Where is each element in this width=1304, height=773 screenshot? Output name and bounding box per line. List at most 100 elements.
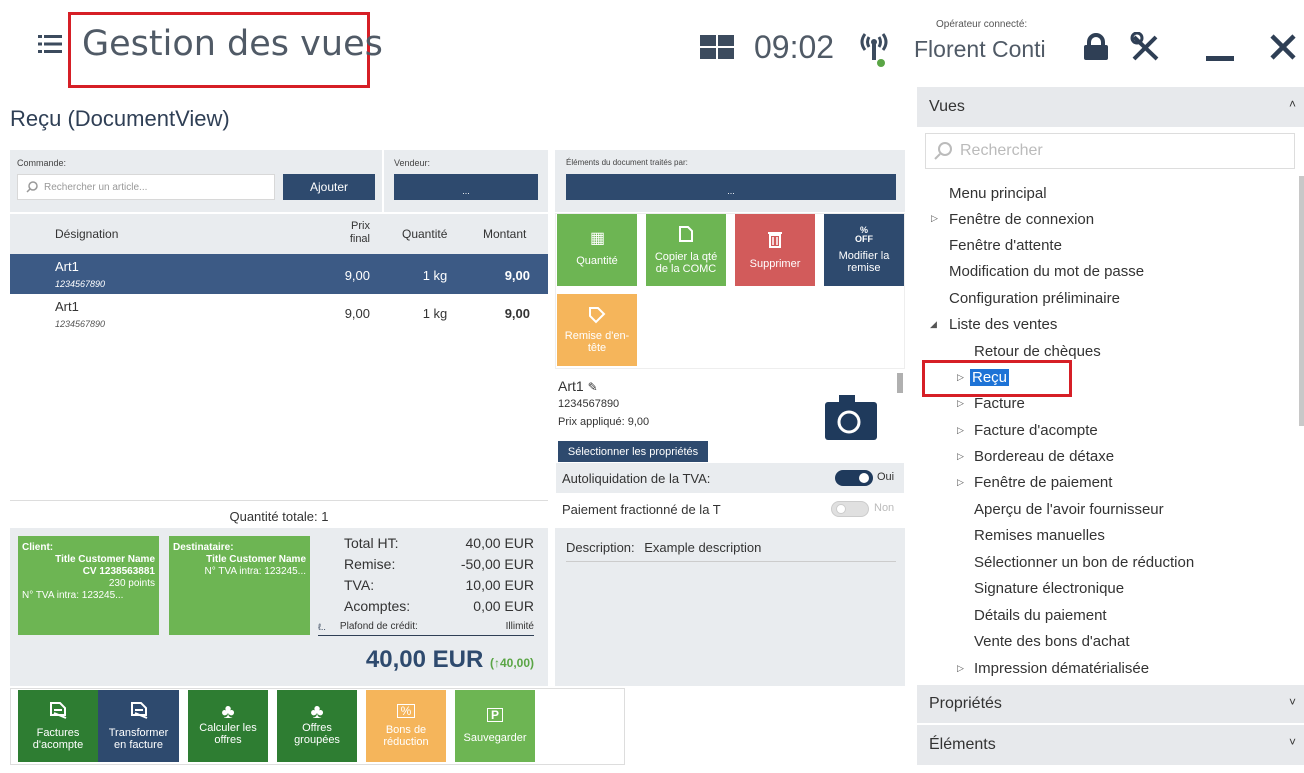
search-placeholder: Rechercher un article... (44, 181, 148, 193)
discount-line1: Modifier la (838, 250, 890, 262)
properties-accordion-header[interactable]: Propriétés ˅ (917, 685, 1304, 723)
sidebar-item-fenetre-attente[interactable]: Fenêtre d'attente (949, 237, 1062, 254)
lock-button[interactable] (1082, 33, 1110, 61)
recipient-vat: N° TVA intra: 123245... (204, 566, 306, 577)
sidebar-item-facture[interactable]: Facture (974, 395, 1025, 412)
minimize-button[interactable] (1206, 34, 1234, 62)
credit-limit-row: ℓ.. Plafond de crédit: Illimité (318, 618, 534, 636)
row-code: 1234567890 (55, 279, 106, 289)
sidebar-item-remises-manuelles[interactable]: Remises manuelles (974, 527, 1105, 544)
tree-scrollbar[interactable] (1299, 176, 1304, 426)
sidebar-search-placeholder: Rechercher (960, 142, 1043, 159)
btn-line2: en facture (114, 739, 163, 751)
deposit-value: 0,00 EUR (473, 598, 534, 614)
sidebar-item-apercu-avoir[interactable]: Aperçu de l'avoir fournisseur (974, 501, 1164, 518)
copy-quantity-button[interactable]: Copier la qté de la COMC (646, 214, 726, 286)
quantity-action-button[interactable]: ▦ Quantité (557, 214, 637, 286)
copy-icon (679, 226, 693, 242)
sidebar-item-facture-acompte[interactable]: Facture d'acompte (974, 422, 1098, 439)
collapse-arrow-icon[interactable]: ◢ (930, 319, 937, 330)
sidebar-item-fenetre-connexion[interactable]: Fenêtre de connexion (949, 211, 1094, 228)
seller-select[interactable]: ... (394, 174, 538, 200)
sidebar-item-menu-principal[interactable]: Menu principal (949, 185, 1047, 202)
pencil-icon: ✎ (587, 380, 598, 394)
processed-select[interactable]: ... (566, 174, 896, 200)
discount-value: -50,00 EUR (460, 556, 534, 572)
expand-arrow-icon[interactable]: ▷ (957, 398, 964, 409)
expand-arrow-icon[interactable]: ▷ (957, 425, 964, 436)
layout-grid-button[interactable] (700, 35, 734, 59)
row-name: Art1 (55, 299, 79, 314)
row-price: 9,00 (344, 268, 370, 283)
processed-label: Éléments du document traités par: (566, 158, 688, 167)
total-ht-label: Total HT: (344, 535, 399, 551)
close-button[interactable] (1270, 34, 1296, 60)
expand-arrow-icon[interactable]: ▷ (957, 663, 964, 674)
copy-line1: Copier la qté (654, 251, 718, 263)
item-name[interactable]: Art1 ✎ (558, 378, 598, 394)
chevron-down-icon: ˅ (1288, 695, 1296, 709)
sidebar-item-signature[interactable]: Signature électronique (974, 580, 1124, 597)
chevron-up-icon: ˄ (1288, 97, 1296, 111)
add-button[interactable]: Ajouter (283, 174, 375, 200)
btn-line1: Transformer (108, 727, 169, 739)
client-points: 230 points (108, 578, 155, 589)
clover-icon: ♣ (221, 701, 235, 723)
sidebar-item-liste-ventes[interactable]: Liste des ventes (949, 316, 1057, 333)
client-card[interactable]: Client: Title Customer Name CV 123856388… (18, 536, 159, 635)
vat-label: TVA: (344, 577, 375, 593)
sidebar-item-vente-bons[interactable]: Vente des bons d'achat (974, 633, 1130, 650)
header-discount-button[interactable]: Remise d'en- tête (557, 294, 637, 366)
sidebar-item-details-paiement[interactable]: Détails du paiement (974, 607, 1107, 624)
modify-discount-button[interactable]: % OFF Modifier la remise (824, 214, 904, 286)
connection-status-button[interactable] (857, 30, 891, 68)
sidebar-item-modification-mdp[interactable]: Modification du mot de passe (949, 263, 1144, 280)
save-button[interactable]: P Sauvegarder (455, 690, 535, 762)
table-row[interactable]: Art1 1234567890 9,00 1 kg 9,00 (10, 254, 548, 294)
hamburger-menu-button[interactable] (38, 34, 62, 54)
sidebar-item-fenetre-paiement[interactable]: Fenêtre de paiement (974, 474, 1112, 491)
deposit-invoices-button[interactable]: Factures d'acompte (18, 690, 98, 762)
expand-arrow-icon[interactable]: ▷ (931, 213, 938, 224)
delete-button[interactable]: Supprimer (735, 214, 815, 286)
expand-arrow-icon[interactable]: ▷ (957, 477, 964, 488)
grouped-offers-button[interactable]: ♣ Offres groupées (277, 690, 357, 762)
article-search-input[interactable]: Rechercher un article... (17, 174, 275, 200)
settings-button[interactable] (1130, 32, 1162, 62)
sidebar-search-input[interactable]: Rechercher (925, 133, 1295, 169)
vouchers-button[interactable]: % Bons de réduction (366, 690, 446, 762)
antenna-icon (860, 33, 888, 67)
table-row[interactable]: Art1 1234567890 9,00 1 kg 9,00 (10, 294, 548, 334)
col-price-line2: final (349, 233, 370, 245)
sidebar-item-bordereau-detaxe[interactable]: Bordereau de détaxe (974, 448, 1114, 465)
views-accordion-header[interactable]: Vues ˄ (917, 87, 1304, 127)
deposit-label: Acomptes: (344, 598, 411, 614)
calculate-offers-button[interactable]: ♣ Calculer les offres (188, 690, 268, 762)
sidebar-item-impression[interactable]: Impression dématérialisée (974, 660, 1149, 677)
expand-arrow-icon[interactable]: ▷ (957, 372, 964, 383)
app-title: Gestion des vues (82, 24, 383, 64)
operator-name: Florent Conti (914, 36, 1046, 62)
col-quantity: Quantité (402, 227, 448, 241)
camera-icon (825, 395, 877, 440)
col-price: Prix final (330, 220, 370, 246)
sidebar-item-recu[interactable]: Reçu (970, 369, 1010, 386)
recipient-label: Destinataire: (173, 542, 234, 553)
auto-vat-toggle[interactable] (835, 470, 873, 486)
camera-button[interactable] (823, 392, 879, 442)
client-name: Title Customer Name (55, 554, 155, 565)
recipient-card[interactable]: Destinataire: Title Customer Name N° TVA… (169, 536, 310, 635)
header-discount-line1: Remise d'en- (564, 330, 630, 342)
sidebar-item-bon-reduction[interactable]: Sélectionner un bon de réduction (974, 554, 1194, 571)
elements-accordion-header[interactable]: Éléments ˅ (917, 725, 1304, 765)
select-properties-button[interactable]: Sélectionner les propriétés (558, 441, 708, 462)
discount-off-glyph: OFF (855, 234, 873, 244)
credit-label: Plafond de crédit: (339, 621, 418, 632)
document-title: Reçu (DocumentView) (10, 106, 230, 131)
sidebar-item-retour-cheques[interactable]: Retour de chèques (974, 343, 1101, 360)
expand-arrow-icon[interactable]: ▷ (957, 451, 964, 462)
transform-invoice-button[interactable]: Transformer en facture (98, 690, 179, 762)
split-payment-toggle[interactable] (831, 501, 869, 517)
scrollbar[interactable] (897, 373, 903, 393)
sidebar-item-configuration[interactable]: Configuration préliminaire (949, 290, 1120, 307)
